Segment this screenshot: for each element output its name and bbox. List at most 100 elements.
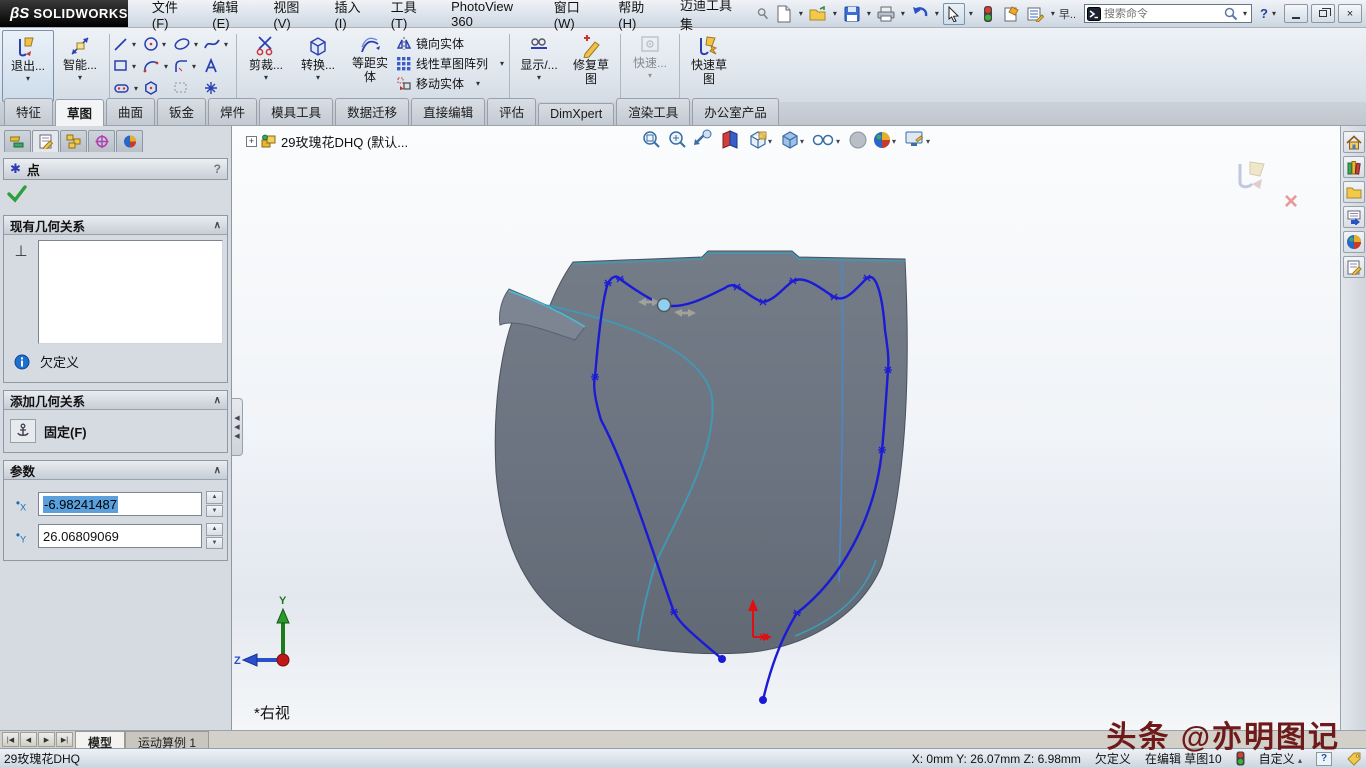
- appearances-scenes-icon[interactable]: [1343, 231, 1365, 253]
- selected-point[interactable]: [658, 299, 671, 312]
- tab-dimxpert[interactable]: DimXpert: [538, 103, 614, 125]
- motion-study-tab[interactable]: 运动算例 1: [125, 731, 209, 748]
- tab-evaluate[interactable]: 评估: [487, 98, 536, 125]
- ellipse-tool[interactable]: ▾: [173, 36, 200, 52]
- hide-show-items-icon[interactable]: [814, 136, 833, 145]
- view-settings-dropdown[interactable]: ▾: [926, 137, 930, 146]
- select-tool-button[interactable]: [943, 3, 965, 25]
- next-tab-button[interactable]: ▶: [38, 732, 55, 747]
- tab-surfaces[interactable]: 曲面: [106, 98, 155, 125]
- save-dropdown[interactable]: ▾: [865, 9, 873, 18]
- fillet-tool[interactable]: ▾: [173, 58, 198, 74]
- dimxpert-manager-tab[interactable]: [88, 130, 115, 152]
- undo-button[interactable]: [909, 3, 931, 25]
- line-tool[interactable]: ▾: [113, 36, 138, 52]
- help-button[interactable]: ?: [1260, 6, 1268, 21]
- collapse-icon[interactable]: ∧: [214, 395, 221, 406]
- mirror-entities-button[interactable]: 镜向实体: [396, 35, 506, 52]
- tab-mold-tools[interactable]: 模具工具: [259, 98, 333, 125]
- exit-sketch-button[interactable]: 退出... ▾: [2, 30, 54, 102]
- pm-help-icon[interactable]: ?: [214, 162, 221, 176]
- apply-scene-icon[interactable]: [874, 132, 890, 148]
- sketch-text-tool[interactable]: [203, 58, 219, 74]
- confirm-exit-sketch-icon[interactable]: [1234, 160, 1274, 194]
- polygon-tool[interactable]: [143, 80, 159, 96]
- offset-entities-button[interactable]: 等距实 体: [344, 30, 396, 102]
- hide-show-dropdown[interactable]: ▾: [836, 137, 840, 146]
- zoom-fit-icon[interactable]: [644, 132, 659, 147]
- design-library-icon[interactable]: [1343, 156, 1365, 178]
- tab-sketch[interactable]: 草图: [55, 99, 104, 126]
- options-button[interactable]: [1025, 3, 1047, 25]
- convert-entities-button[interactable]: 转换... ▾: [292, 30, 344, 102]
- view-palette-icon[interactable]: [1343, 206, 1365, 228]
- menu-pin-icon[interactable]: [756, 7, 769, 21]
- rapid-sketch-button[interactable]: 快速草 图: [683, 30, 735, 102]
- add-relations-header[interactable]: 添加几何关系 ∧: [4, 391, 227, 410]
- fix-relation-button[interactable]: 固定(F): [8, 415, 223, 447]
- qat-overflow-label[interactable]: 早..: [1059, 6, 1076, 22]
- print-dropdown[interactable]: ▾: [899, 9, 907, 18]
- property-manager-tab[interactable]: [32, 130, 59, 152]
- menu-view[interactable]: 视图(V): [263, 0, 324, 31]
- tab-render-tools[interactable]: 渲染工具: [616, 98, 690, 125]
- ok-check-icon[interactable]: [6, 184, 28, 204]
- spline-tool[interactable]: ▾: [203, 36, 230, 52]
- collapse-icon[interactable]: ∧: [214, 465, 221, 476]
- select-tool-dropdown[interactable]: ▾: [967, 9, 975, 18]
- arc-tool[interactable]: ▾: [143, 58, 170, 74]
- menu-help[interactable]: 帮助(H): [608, 0, 670, 31]
- menu-insert[interactable]: 插入(I): [324, 0, 380, 31]
- trim-entities-button[interactable]: 剪裁... ▾: [240, 30, 292, 102]
- smart-dimension-button[interactable]: 智能... ▾: [54, 30, 106, 102]
- tab-data-migration[interactable]: 数据迁移: [335, 98, 409, 125]
- search-dropdown[interactable]: ▾: [1241, 9, 1249, 18]
- menu-window[interactable]: 窗口(W): [544, 0, 608, 31]
- view-settings-icon[interactable]: [906, 132, 923, 146]
- first-tab-button[interactable]: |◀: [2, 732, 19, 747]
- y-spinner[interactable]: ▲ ▼: [206, 523, 223, 549]
- custom-properties-icon[interactable]: [1343, 256, 1365, 278]
- tab-weldments[interactable]: 焊件: [208, 98, 257, 125]
- display-manager-tab[interactable]: [116, 130, 143, 152]
- section-view-icon[interactable]: [723, 131, 737, 148]
- search-input[interactable]: [1104, 8, 1221, 20]
- edit-appearance-icon[interactable]: [850, 132, 866, 148]
- panel-splitter-handle[interactable]: ◀◀◀: [232, 398, 243, 456]
- rectangle-tool[interactable]: ▾: [113, 58, 138, 74]
- print-button[interactable]: [875, 3, 897, 25]
- last-tab-button[interactable]: ▶|: [56, 732, 73, 747]
- x-coordinate-field[interactable]: -6.98241487: [38, 492, 202, 516]
- relations-listbox[interactable]: [38, 240, 223, 344]
- point-tool[interactable]: [203, 80, 219, 96]
- expand-tree-icon[interactable]: +: [246, 136, 257, 147]
- repair-sketch-button[interactable]: 修复草 图: [565, 30, 617, 102]
- feature-tree-tab[interactable]: [4, 130, 31, 152]
- status-tag-icon[interactable]: [1346, 752, 1362, 766]
- view-orientation-icon[interactable]: [751, 132, 766, 148]
- close-button[interactable]: ×: [1338, 4, 1362, 23]
- graphics-viewport[interactable]: Y Z + 29玫瑰花DHQ (默认...: [232, 126, 1340, 730]
- menu-edit[interactable]: 编辑(E): [202, 0, 263, 31]
- configuration-manager-tab[interactable]: [60, 130, 87, 152]
- existing-relations-header[interactable]: 现有几何关系 ∧: [4, 216, 227, 235]
- minimize-button[interactable]: [1284, 4, 1308, 23]
- circle-tool[interactable]: ▾: [143, 36, 168, 52]
- file-explorer-icon[interactable]: [1343, 181, 1365, 203]
- previous-view-icon[interactable]: [694, 130, 711, 145]
- zoom-area-icon[interactable]: [670, 132, 685, 147]
- cancel-sketch-icon[interactable]: ×: [1284, 188, 1298, 216]
- move-entities-button[interactable]: 移动实体 ▾: [396, 75, 506, 92]
- prev-tab-button[interactable]: ◀: [20, 732, 37, 747]
- model-tab[interactable]: 模型: [75, 731, 125, 748]
- help-dropdown[interactable]: ▾: [1270, 9, 1278, 18]
- flyout-feature-tree[interactable]: + 29玫瑰花DHQ (默认...: [246, 132, 408, 151]
- undo-dropdown[interactable]: ▾: [933, 9, 941, 18]
- rebuild-button[interactable]: [977, 3, 999, 25]
- menu-tools[interactable]: 工具(T): [381, 0, 441, 31]
- linear-sketch-pattern-button[interactable]: 线性草图阵列 ▾: [396, 55, 506, 72]
- resources-home-icon[interactable]: [1343, 131, 1365, 153]
- parameters-header[interactable]: 参数 ∧: [4, 461, 227, 480]
- menu-file[interactable]: 文件(F): [142, 0, 202, 31]
- new-file-button[interactable]: [773, 3, 795, 25]
